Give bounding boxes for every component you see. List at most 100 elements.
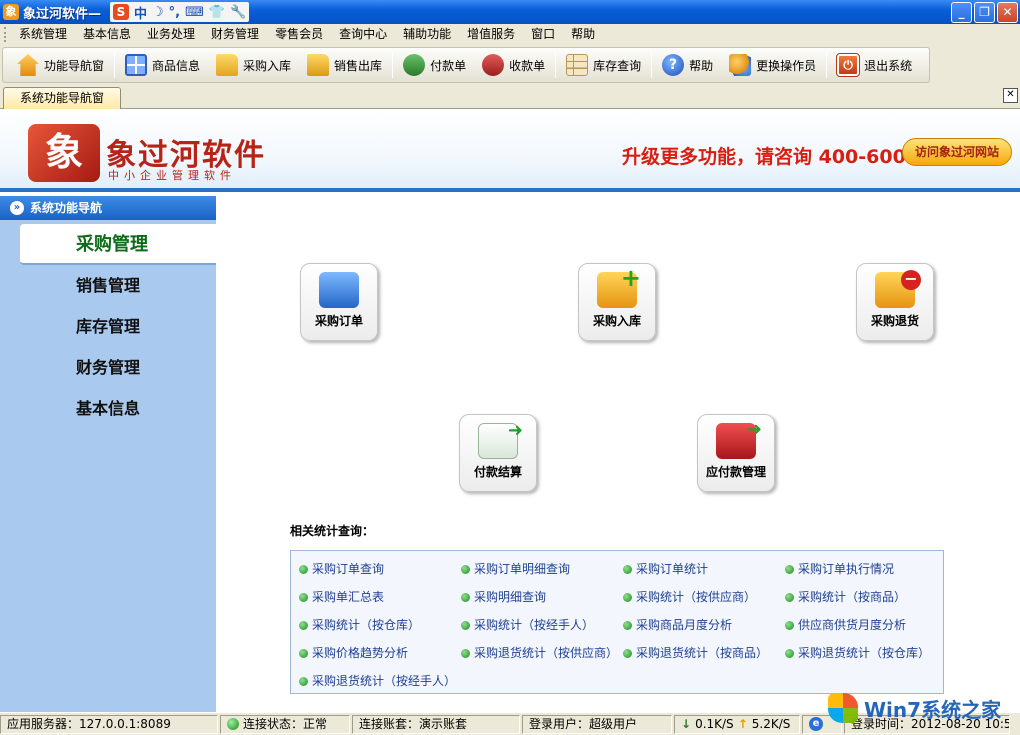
stat-link[interactable]: 采购订单明细查询 <box>461 555 623 583</box>
stat-link-label: 采购价格趋势分析 <box>312 646 409 660</box>
stat-link-label: 采购订单统计 <box>636 562 709 576</box>
stat-link-label: 供应商供货月度分析 <box>798 618 907 632</box>
receipt-button[interactable]: 收款单 <box>474 50 553 80</box>
menu-basic-info[interactable]: 基本信息 <box>75 24 139 45</box>
minimize-button[interactable]: _ <box>951 2 972 23</box>
stat-link[interactable]: 采购统计（按供应商） <box>623 583 785 611</box>
sales-out-label: 销售出库 <box>334 58 383 73</box>
stat-link[interactable]: 采购统计（按经手人） <box>461 611 623 639</box>
menu-value-added[interactable]: 增值服务 <box>459 24 523 45</box>
box-remove-icon <box>875 270 921 308</box>
green-dot-icon <box>623 564 632 574</box>
purchase-in-function-button[interactable]: 采购入库 <box>578 263 656 341</box>
moon-icon[interactable]: ☽ <box>152 5 164 20</box>
stock-query-button[interactable]: 库存查询 <box>558 50 649 80</box>
product-info-button[interactable]: 商品信息 <box>117 50 208 80</box>
stat-link[interactable]: 采购商品月度分析 <box>623 611 785 639</box>
upload-speed: 5.2K/S <box>751 716 791 731</box>
sidebar-item-finance[interactable]: 财务管理 <box>0 347 216 388</box>
users-icon <box>729 54 752 76</box>
help-button[interactable]: ? 帮助 <box>654 50 721 80</box>
menu-business[interactable]: 业务处理 <box>139 24 203 45</box>
phone-icon <box>319 272 359 308</box>
stat-link-label: 采购统计（按经手人） <box>474 618 595 632</box>
connection-ok-icon <box>227 718 239 730</box>
purchase-return-button[interactable]: 采购退货 <box>856 263 934 341</box>
menu-auxiliary[interactable]: 辅助功能 <box>395 24 459 45</box>
stat-link[interactable]: 采购价格趋势分析 <box>299 639 461 667</box>
sidebar-item-purchase[interactable]: 采购管理 <box>20 224 216 265</box>
purchase-in-function-label: 采购入库 <box>592 314 641 328</box>
stat-link[interactable]: 采购订单查询 <box>299 555 461 583</box>
maximize-button[interactable]: ❐ <box>974 2 995 23</box>
green-dot-icon <box>299 620 308 630</box>
purchase-return-label: 采购退货 <box>870 314 919 328</box>
folder-in-icon <box>216 54 239 76</box>
sidebar-header: » 系统功能导航 <box>0 196 216 220</box>
menu-help[interactable]: 帮助 <box>563 24 603 45</box>
tab-close-icon[interactable]: ✕ <box>1003 88 1018 103</box>
sidebar-item-basic-info[interactable]: 基本信息 <box>0 388 216 429</box>
stat-link[interactable]: 采购订单统计 <box>623 555 785 583</box>
stat-link-label: 采购退货统计（按供应商） <box>474 646 619 660</box>
keyboard-icon[interactable]: ⌨ <box>185 5 204 20</box>
receive-icon <box>482 54 505 76</box>
payables-management-button[interactable]: 应付款管理 <box>697 414 775 492</box>
menu-query-center[interactable]: 查询中心 <box>331 24 395 45</box>
payment-settlement-button[interactable]: 付款结算 <box>459 414 537 492</box>
exit-system-label: 退出系统 <box>864 58 913 73</box>
window-title: 象过河软件— <box>23 6 102 22</box>
stat-link[interactable]: 供应商供货月度分析 <box>785 611 947 639</box>
tools-icon[interactable]: 🔧 <box>230 5 246 20</box>
menu-window[interactable]: 窗口 <box>523 24 563 45</box>
toolbar-separator <box>555 52 557 78</box>
download-speed: 0.1K/S <box>695 716 734 731</box>
purchase-in-button[interactable]: 采购入库 <box>208 50 299 80</box>
sales-out-button[interactable]: 销售出库 <box>299 50 390 80</box>
purchase-order-button[interactable]: 采购订单 <box>300 263 378 341</box>
menu-system[interactable]: 系统管理 <box>11 24 75 45</box>
stat-link[interactable]: 采购统计（按商品） <box>785 583 947 611</box>
switch-operator-button[interactable]: 更换操作员 <box>721 50 824 80</box>
menu-grip[interactable] <box>4 27 7 42</box>
sogou-logo-icon[interactable]: S <box>113 4 129 20</box>
green-dot-icon <box>461 620 470 630</box>
green-dot-icon <box>785 648 794 658</box>
payment-button[interactable]: 付款单 <box>395 50 474 80</box>
stats-title: 相关统计查询： <box>290 524 375 538</box>
sidebar-item-inventory[interactable]: 库存管理 <box>0 306 216 347</box>
stats-links-grid: 采购订单查询 采购订单明细查询 采购订单统计 采购订单执行情况 采购单汇总表 采… <box>299 555 943 695</box>
stat-link[interactable]: 采购退货统计（按经手人） <box>299 667 461 695</box>
ime-mode-toggle[interactable]: 中 <box>134 3 147 22</box>
stat-link[interactable]: 采购单汇总表 <box>299 583 461 611</box>
stat-link[interactable]: 采购订单执行情况 <box>785 555 947 583</box>
green-dot-icon <box>785 592 794 602</box>
exit-system-button[interactable]: ⏻ 退出系统 <box>829 50 920 80</box>
table-icon <box>566 54 589 76</box>
stat-link[interactable]: 采购退货统计（按供应商） <box>461 639 623 667</box>
skin-icon[interactable]: 👕 <box>209 5 225 20</box>
menu-finance[interactable]: 财务管理 <box>203 24 267 45</box>
visit-website-button[interactable]: 访问象过河网站 <box>902 138 1012 166</box>
download-arrow-icon: ↓ <box>681 716 692 731</box>
sidebar-item-sales[interactable]: 销售管理 <box>0 265 216 306</box>
purchase-in-label: 采购入库 <box>243 58 292 73</box>
stat-link[interactable]: 采购统计（按仓库） <box>299 611 461 639</box>
stat-link[interactable]: 采购退货统计（按商品） <box>623 639 785 667</box>
menu-retail-member[interactable]: 零售会员 <box>267 24 331 45</box>
stat-link-label: 采购订单查询 <box>312 562 385 576</box>
tab-nav-window[interactable]: 系统功能导航窗 <box>3 87 121 109</box>
punctuation-icon[interactable]: °, <box>169 5 180 20</box>
nav-window-button[interactable]: 功能导航窗 <box>9 50 112 80</box>
stat-link-label: 采购明细查询 <box>474 590 547 604</box>
stat-link-label: 采购统计（按仓库） <box>312 618 421 632</box>
tab-strip: 系统功能导航窗 ✕ <box>0 85 1020 109</box>
toolbar-separator <box>114 52 116 78</box>
green-dot-icon <box>785 620 794 630</box>
ime-toolbar[interactable]: S 中 ☽ °, ⌨ 👕 🔧 <box>110 2 250 22</box>
wallet-arrow-icon <box>716 419 762 459</box>
stat-link[interactable]: 采购明细查询 <box>461 583 623 611</box>
stat-link[interactable]: 采购退货统计（按仓库） <box>785 639 947 667</box>
toolbar-separator <box>392 52 394 78</box>
close-button[interactable]: ✕ <box>997 2 1018 23</box>
